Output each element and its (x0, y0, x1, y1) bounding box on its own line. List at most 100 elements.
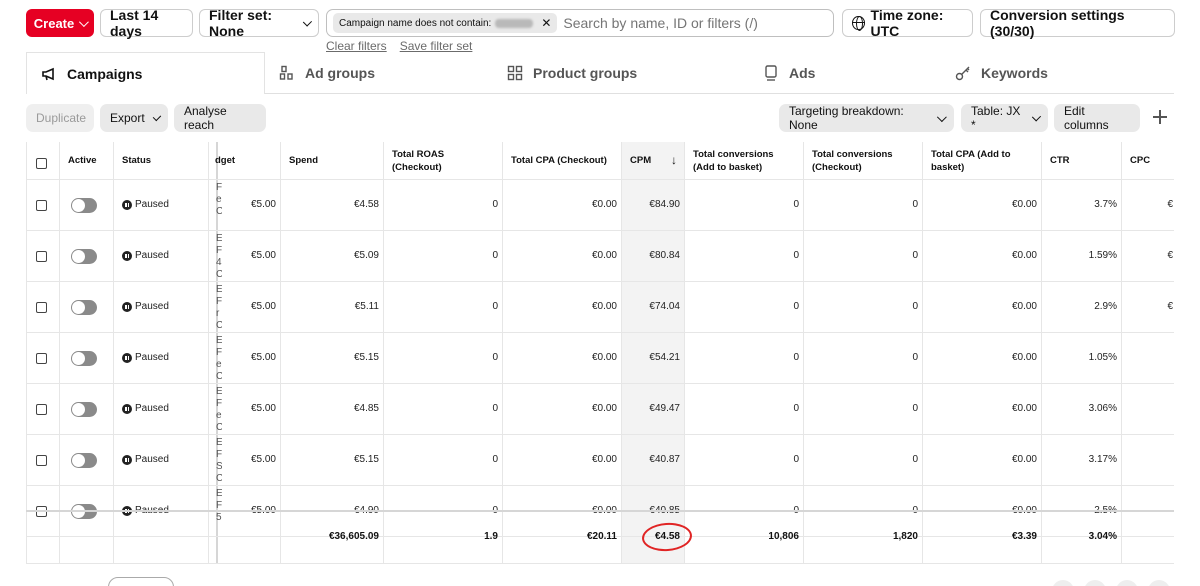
campaign-name-fragment[interactable]: C (216, 320, 222, 331)
cell-roas: 0 (492, 403, 498, 414)
edit-columns-button[interactable]: Edit columns (1054, 104, 1140, 132)
cell-conv-add: 0 (793, 250, 799, 261)
campaigns-table: Active Status dget Spend Total ROAS (Che… (26, 142, 1174, 564)
conversion-settings-label: Conversion settings (30/30) (990, 7, 1125, 39)
search-input[interactable] (563, 15, 784, 31)
header-status[interactable]: Status (114, 142, 209, 179)
header-conv-add[interactable]: Total conversions (Add to basket) (685, 142, 804, 179)
campaign-name-fragment[interactable]: E (216, 284, 222, 295)
header-cpm[interactable]: CPM ↓ (622, 142, 685, 179)
clear-filters-link[interactable]: Clear filters (326, 39, 387, 53)
header-spend[interactable]: Spend (281, 142, 384, 179)
campaign-name-fragment[interactable]: E (216, 488, 222, 499)
cell-cpa-add: €0.00 (1011, 301, 1037, 312)
analyse-reach-button[interactable]: Analyse reach (174, 104, 266, 132)
header-cpa[interactable]: Total CPA (Checkout) (503, 142, 622, 179)
conversion-settings-button[interactable]: Conversion settings (30/30) (980, 7, 1175, 39)
pagination-dot[interactable] (1084, 580, 1106, 586)
total-ctr: 3.04% (1088, 531, 1117, 542)
header-cpc[interactable]: CPC (1122, 142, 1174, 179)
tab-ad-groups[interactable]: Ad groups (265, 52, 503, 94)
export-button[interactable]: Export (100, 104, 168, 132)
cell-cpc (1122, 351, 1173, 365)
edit-columns-label: Edit columns (1064, 104, 1109, 132)
campaign-name-fragment[interactable]: C (216, 371, 222, 382)
cell-ctr: 1.59% (1088, 250, 1117, 261)
targeting-breakdown-dropdown[interactable]: Targeting breakdown: None (779, 104, 954, 132)
cell-cpa-add: €0.00 (1011, 454, 1037, 465)
campaign-name-fragment[interactable]: C (216, 473, 222, 484)
pagination-dot[interactable] (1148, 580, 1170, 586)
remove-filter-icon[interactable]: ✕ (541, 16, 551, 30)
table-preset-dropdown[interactable]: Table: JX * (961, 104, 1048, 132)
top-filter-bar: Create Last 14 days Filter set: None Cam… (0, 0, 1200, 56)
header-budget[interactable]: dget (209, 142, 281, 179)
header-roas[interactable]: Total ROAS (Checkout) (384, 142, 503, 179)
megaphone-icon (42, 67, 54, 80)
chevron-down-icon (79, 16, 90, 27)
tab-ads[interactable]: Ads (763, 52, 955, 94)
row-checkbox[interactable] (36, 200, 47, 211)
pagination-button[interactable] (108, 577, 174, 586)
campaign-name-fragment[interactable]: E (216, 386, 222, 397)
tab-campaigns[interactable]: Campaigns (26, 52, 265, 94)
total-spend: €36,605.09 (328, 531, 379, 542)
active-toggle[interactable] (71, 453, 97, 468)
targeting-breakdown-label: Targeting breakdown: None (789, 104, 904, 132)
pause-icon (122, 302, 132, 312)
cell-conv-add: 0 (793, 199, 799, 210)
cell-cpa: €0.00 (591, 403, 617, 414)
ads-icon (765, 65, 777, 81)
save-filter-set-link[interactable]: Save filter set (400, 39, 473, 53)
active-toggle[interactable] (71, 351, 97, 366)
cell-cpc (1122, 453, 1173, 467)
active-toggle[interactable] (71, 249, 97, 264)
header-ctr[interactable]: CTR (1042, 142, 1122, 179)
status-text: Paused (135, 403, 169, 414)
filter-chip[interactable]: Campaign name does not contain: ✕ (333, 13, 558, 33)
row-checkbox[interactable] (36, 251, 47, 262)
cell-cpc: € (1167, 250, 1173, 261)
row-checkbox[interactable] (36, 353, 47, 364)
campaign-name-fragment[interactable]: C (216, 269, 222, 280)
timezone-button[interactable]: Time zone: UTC (842, 7, 973, 39)
level-tabs: Campaigns Ad groups Product groups Ads K… (26, 52, 1174, 94)
redacted-value (495, 18, 534, 28)
tab-label: Product groups (533, 65, 638, 81)
date-range-button[interactable]: Last 14 days (100, 7, 193, 39)
pagination-dot[interactable] (1116, 580, 1138, 586)
select-all-checkbox[interactable] (36, 158, 47, 169)
active-toggle[interactable] (71, 198, 97, 213)
row-divider (26, 485, 1174, 486)
create-button[interactable]: Create (26, 9, 94, 37)
search-filter-box[interactable]: Campaign name does not contain: ✕ (326, 9, 834, 37)
add-icon[interactable] (1153, 110, 1167, 124)
tab-keywords[interactable]: Keywords (955, 52, 1155, 94)
header-cpm-label: CPM (630, 155, 652, 166)
ad-groups-icon (279, 65, 293, 80)
tab-label: Keywords (981, 65, 1048, 81)
row-checkbox[interactable] (36, 302, 47, 313)
campaign-name-fragment[interactable]: E (216, 335, 222, 346)
status-text: Paused (135, 352, 169, 363)
header-active[interactable]: Active (60, 142, 114, 179)
row-checkbox[interactable] (36, 404, 47, 415)
filter-set-dropdown[interactable]: Filter set: None (199, 7, 319, 39)
campaign-name-fragment[interactable]: E (216, 437, 222, 448)
active-toggle[interactable] (71, 300, 97, 315)
campaign-name-fragment[interactable]: E (216, 233, 222, 244)
tab-product-groups[interactable]: Product groups (503, 52, 763, 94)
campaign-name-fragment[interactable]: F (216, 182, 222, 193)
campaign-name-fragment[interactable]: C (216, 422, 222, 433)
cell-cpm: €84.90 (649, 199, 680, 210)
row-checkbox[interactable] (36, 455, 47, 466)
cell-conv-checkout: 0 (912, 403, 918, 414)
header-conv-checkout[interactable]: Total conversions (Checkout) (804, 142, 923, 179)
duplicate-button[interactable]: Duplicate (26, 104, 94, 132)
cell-spend: €5.09 (353, 250, 379, 261)
pagination-dot[interactable] (1052, 580, 1074, 586)
row-divider (26, 332, 1174, 333)
header-cpa-add[interactable]: Total CPA (Add to basket) (923, 142, 1042, 179)
header-divider (26, 179, 1174, 180)
active-toggle[interactable] (71, 402, 97, 417)
